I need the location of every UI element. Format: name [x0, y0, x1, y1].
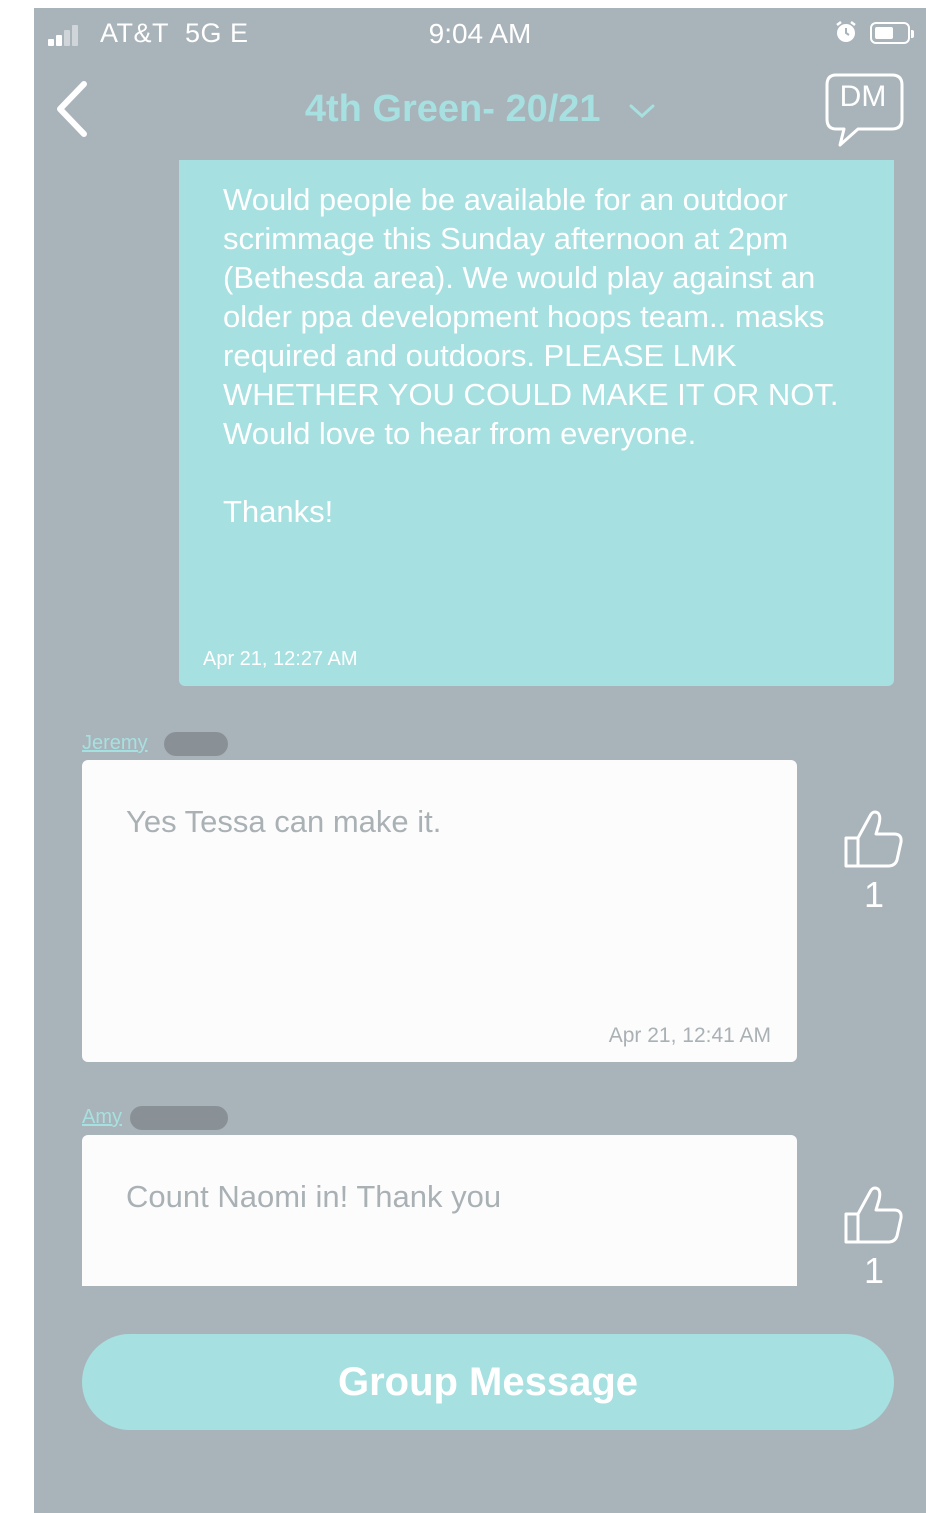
redacted-surname: [130, 1106, 228, 1130]
chevron-down-icon: [629, 104, 655, 118]
sender-name-amy[interactable]: Amy: [82, 1106, 122, 1129]
status-bar: AT&T 5G E 9:04 AM: [34, 8, 926, 60]
alarm-icon: [836, 21, 856, 42]
dm-label: DM: [839, 80, 887, 113]
group-message-button[interactable]: Group Message: [82, 1334, 894, 1430]
status-time: 9:04 AM: [428, 18, 532, 49]
battery-icon: [870, 22, 914, 44]
message-bubble[interactable]: Count Naomi in! Thank you: [82, 1135, 797, 1286]
like-button[interactable]: 1: [838, 808, 910, 916]
message-timestamp: Apr 21, 12:41 AM: [608, 1024, 771, 1047]
sender-name-jeremy[interactable]: Jeremy: [82, 732, 148, 755]
message-text: Yes Tessa can make it.: [126, 804, 442, 839]
thumbs-up-icon: [844, 810, 903, 868]
dm-button[interactable]: DM: [824, 72, 906, 152]
redacted-surname: [164, 732, 228, 756]
nav-bar: 4th Green- 20/21 DM: [34, 60, 926, 160]
like-count: 1: [863, 874, 885, 915]
thumbs-up-icon: [844, 1186, 903, 1244]
message-text: Count Naomi in! Thank you: [126, 1179, 502, 1214]
app-screen: AT&T 5G E 9:04 AM 4th Green- 20/21 DM Wo…: [34, 8, 926, 1513]
own-message-timestamp: Apr 21, 12:27 AM: [203, 648, 358, 670]
group-title-text: 4th Green- 20/21: [304, 88, 601, 130]
like-button[interactable]: 1: [838, 1184, 910, 1286]
own-message-text: Would people be available for an outdoor…: [223, 182, 839, 529]
own-message-bubble[interactable]: Would people be available for an outdoor…: [179, 160, 894, 686]
message-bubble[interactable]: Yes Tessa can make it. Apr 21, 12:41 AM: [82, 760, 797, 1062]
like-count: 1: [863, 1250, 885, 1286]
message-list[interactable]: Would people be available for an outdoor…: [34, 160, 926, 1286]
group-title[interactable]: 4th Green- 20/21: [34, 88, 926, 131]
